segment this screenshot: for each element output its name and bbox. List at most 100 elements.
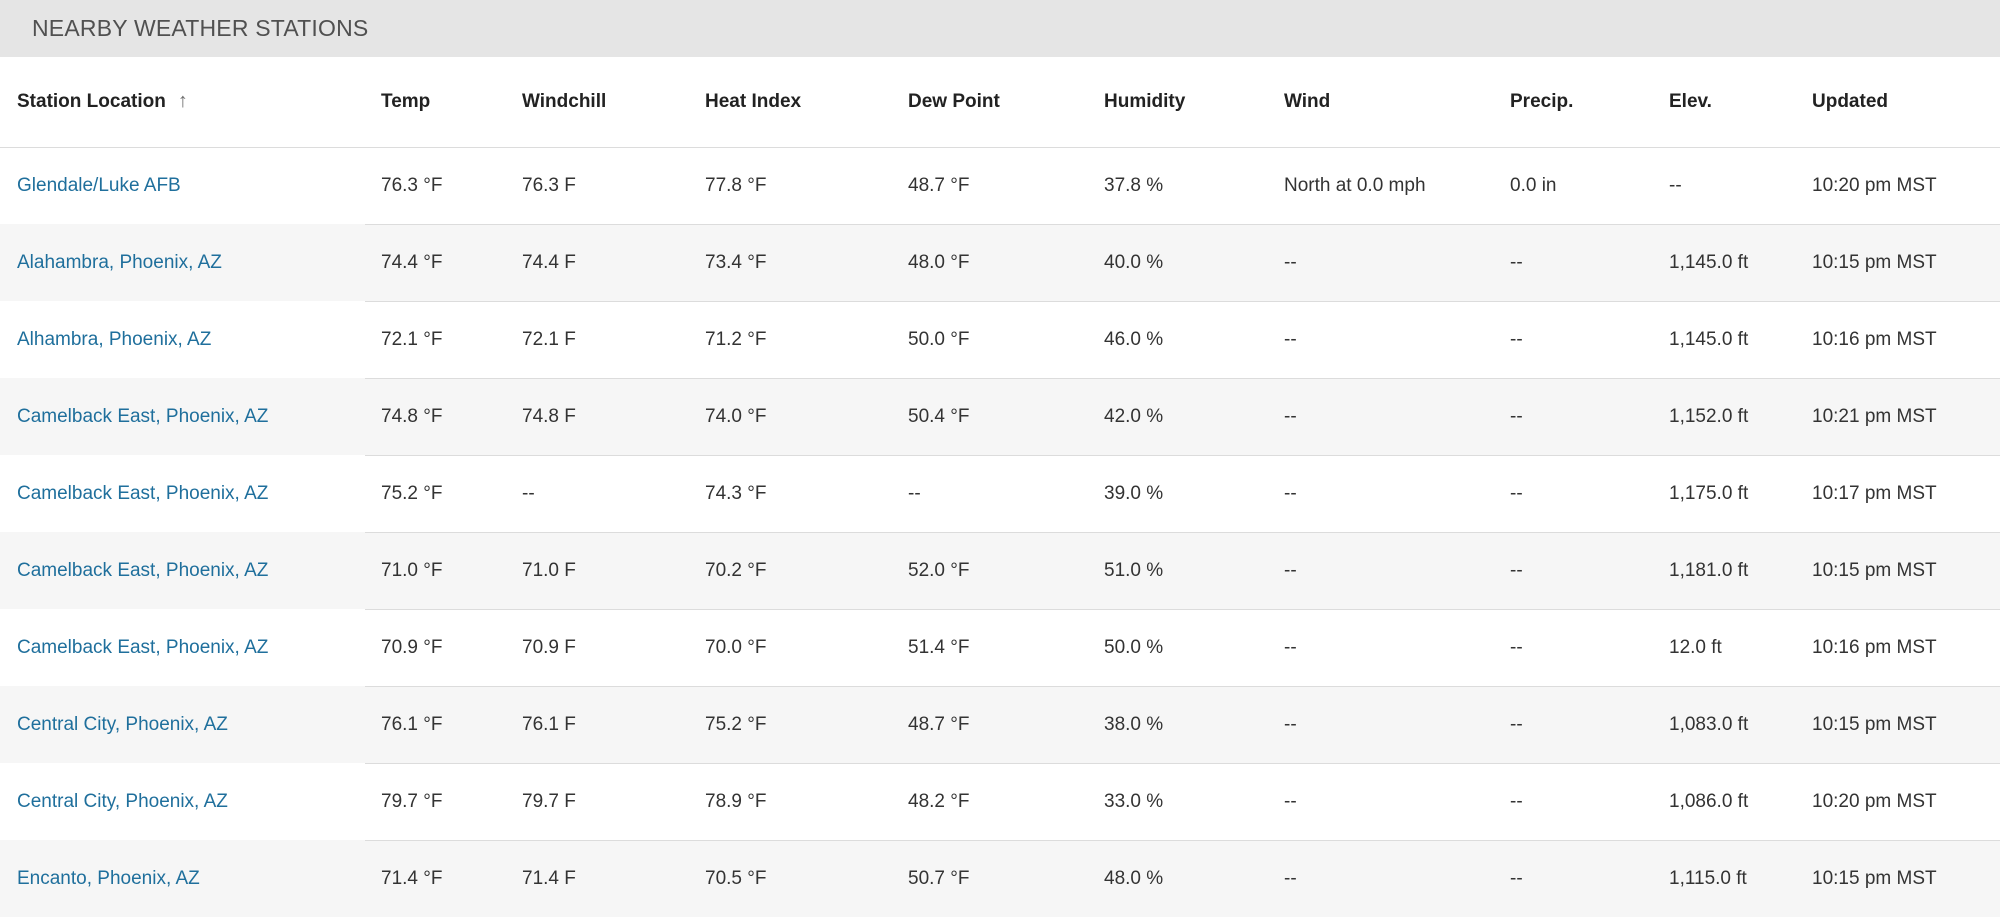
table-row: Camelback East, Phoenix, AZ 75.2 °F -- 74.3… xyxy=(0,455,2000,533)
cell-temp: 75.2 °F xyxy=(365,455,522,533)
cell-station[interactable]: Encanto, Phoenix, AZ xyxy=(0,840,365,917)
station-link[interactable]: Central City, Phoenix, AZ xyxy=(17,791,228,812)
station-link[interactable]: Glendale/Luke AFB xyxy=(17,175,181,196)
cell-dew-point: 48.2 °F xyxy=(908,763,1104,841)
column-header-wind[interactable]: Wind xyxy=(1284,57,1510,148)
cell-wind: -- xyxy=(1284,609,1510,687)
cell-station[interactable]: Camelback East, Phoenix, AZ xyxy=(0,455,365,532)
table-row: Central City, Phoenix, AZ 79.7 °F 79.7 F 78… xyxy=(0,763,2000,841)
cell-humidity: 38.0 % xyxy=(1104,686,1284,764)
column-header-label: Elev. xyxy=(1669,90,1712,112)
station-link[interactable]: Alahambra, Phoenix, AZ xyxy=(17,252,222,273)
cell-precip: 0.0 in xyxy=(1510,147,1669,225)
cell-temp: 74.4 °F xyxy=(365,224,522,302)
cell-heat-index: 71.2 °F xyxy=(705,301,908,379)
cell-heat-index: 70.2 °F xyxy=(705,532,908,610)
cell-heat-index: 70.0 °F xyxy=(705,609,908,687)
column-header-inner: Heat Index xyxy=(705,91,801,113)
station-link[interactable]: Camelback East, Phoenix, AZ xyxy=(17,483,268,504)
cell-wind: -- xyxy=(1284,763,1510,841)
column-header-label: Precip. xyxy=(1510,90,1574,112)
cell-temp: 76.3 °F xyxy=(365,147,522,225)
column-header-label: Heat Index xyxy=(705,90,802,112)
cell-elev: 1,152.0 ft xyxy=(1669,378,1812,456)
cell-dew-point: 51.4 °F xyxy=(908,609,1104,687)
nearby-weather-stations-panel: NEARBY WEATHER STATIONS Station Location… xyxy=(0,0,2000,917)
cell-elev: 12.0 ft xyxy=(1669,609,1812,687)
station-link[interactable]: Alhambra, Phoenix, AZ xyxy=(17,329,211,350)
cell-temp: 74.8 °F xyxy=(365,378,522,456)
station-link[interactable]: Camelback East, Phoenix, AZ xyxy=(17,406,268,427)
cell-precip: -- xyxy=(1510,609,1669,687)
column-header-dew-point[interactable]: Dew Point xyxy=(908,57,1104,148)
cell-temp: 70.9 °F xyxy=(365,609,522,687)
cell-heat-index: 77.8 °F xyxy=(705,147,908,225)
column-header-inner: Elev. xyxy=(1669,91,1712,113)
table-row: Encanto, Phoenix, AZ 71.4 °F 71.4 F 70.5 °F… xyxy=(0,840,2000,917)
cell-dew-point: 48.7 °F xyxy=(908,147,1104,225)
cell-elev: 1,145.0 ft xyxy=(1669,224,1812,302)
cell-updated: 10:16 pm MST xyxy=(1812,609,2000,687)
cell-precip: -- xyxy=(1510,301,1669,379)
cell-elev: 1,145.0 ft xyxy=(1669,301,1812,379)
cell-wind: -- xyxy=(1284,224,1510,302)
station-link[interactable]: Central City, Phoenix, AZ xyxy=(17,714,228,735)
column-header-elev[interactable]: Elev. xyxy=(1669,57,1812,148)
cell-heat-index: 74.3 °F xyxy=(705,455,908,533)
column-header-inner: Temp xyxy=(381,91,430,113)
station-link[interactable]: Camelback East, Phoenix, AZ xyxy=(17,637,268,658)
column-header-updated[interactable]: Updated xyxy=(1812,57,2000,148)
cell-station[interactable]: Glendale/Luke AFB xyxy=(0,147,365,224)
cell-temp: 79.7 °F xyxy=(365,763,522,841)
cell-updated: 10:15 pm MST xyxy=(1812,840,2000,917)
station-link[interactable]: Encanto, Phoenix, AZ xyxy=(17,868,200,889)
panel-header: NEARBY WEATHER STATIONS xyxy=(0,0,2000,57)
column-header-label: Updated xyxy=(1812,90,1888,112)
cell-precip: -- xyxy=(1510,840,1669,917)
cell-wind: -- xyxy=(1284,532,1510,610)
column-header-label: Temp xyxy=(381,90,431,112)
cell-station[interactable]: Camelback East, Phoenix, AZ xyxy=(0,532,365,609)
table-row: Glendale/Luke AFB 76.3 °F 76.3 F 77.8 °F 48.… xyxy=(0,147,2000,225)
cell-elev: 1,175.0 ft xyxy=(1669,455,1812,533)
column-header-station[interactable]: Station Location ↑ xyxy=(0,57,365,148)
table-row: Alahambra, Phoenix, AZ 74.4 °F 74.4 F 73.4 … xyxy=(0,224,2000,302)
cell-station[interactable]: Central City, Phoenix, AZ xyxy=(0,763,365,840)
column-header-inner: Windchill xyxy=(522,91,606,113)
cell-updated: 10:21 pm MST xyxy=(1812,378,2000,456)
cell-elev: -- xyxy=(1669,147,1812,225)
cell-windchill: -- xyxy=(522,455,705,533)
cell-elev: 1,115.0 ft xyxy=(1669,840,1812,917)
table-header-row: Station Location ↑ Temp Windchill Heat Index… xyxy=(0,57,2000,148)
column-header-label: Wind xyxy=(1284,90,1331,112)
cell-station[interactable]: Central City, Phoenix, AZ xyxy=(0,686,365,763)
cell-windchill: 76.1 F xyxy=(522,686,705,764)
column-header-humidity[interactable]: Humidity xyxy=(1104,57,1284,148)
column-header-heat-index[interactable]: Heat Index xyxy=(705,57,908,148)
cell-wind: -- xyxy=(1284,378,1510,456)
sort-ascending-icon[interactable]: ↑ xyxy=(178,90,188,113)
column-header-temp[interactable]: Temp xyxy=(365,57,522,148)
cell-windchill: 71.0 F xyxy=(522,532,705,610)
cell-dew-point: 52.0 °F xyxy=(908,532,1104,610)
station-link[interactable]: Camelback East, Phoenix, AZ xyxy=(17,560,268,581)
cell-station[interactable]: Alhambra, Phoenix, AZ xyxy=(0,301,365,378)
cell-dew-point: 50.7 °F xyxy=(908,840,1104,917)
cell-windchill: 79.7 F xyxy=(522,763,705,841)
column-header-precip[interactable]: Precip. xyxy=(1510,57,1669,148)
cell-updated: 10:15 pm MST xyxy=(1812,224,2000,302)
cell-station[interactable]: Alahambra, Phoenix, AZ xyxy=(0,224,365,301)
cell-station[interactable]: Camelback East, Phoenix, AZ xyxy=(0,378,365,455)
column-header-label: Windchill xyxy=(522,90,607,112)
cell-station[interactable]: Camelback East, Phoenix, AZ xyxy=(0,609,365,686)
cell-heat-index: 73.4 °F xyxy=(705,224,908,302)
table-row: Camelback East, Phoenix, AZ 74.8 °F 74.8 F… xyxy=(0,378,2000,456)
cell-heat-index: 75.2 °F xyxy=(705,686,908,764)
cell-humidity: 46.0 % xyxy=(1104,301,1284,379)
column-header-inner: Humidity xyxy=(1104,91,1185,113)
cell-precip: -- xyxy=(1510,378,1669,456)
table-row: Central City, Phoenix, AZ 76.1 °F 76.1 F 75… xyxy=(0,686,2000,764)
cell-humidity: 50.0 % xyxy=(1104,609,1284,687)
cell-windchill: 70.9 F xyxy=(522,609,705,687)
column-header-windchill[interactable]: Windchill xyxy=(522,57,705,148)
